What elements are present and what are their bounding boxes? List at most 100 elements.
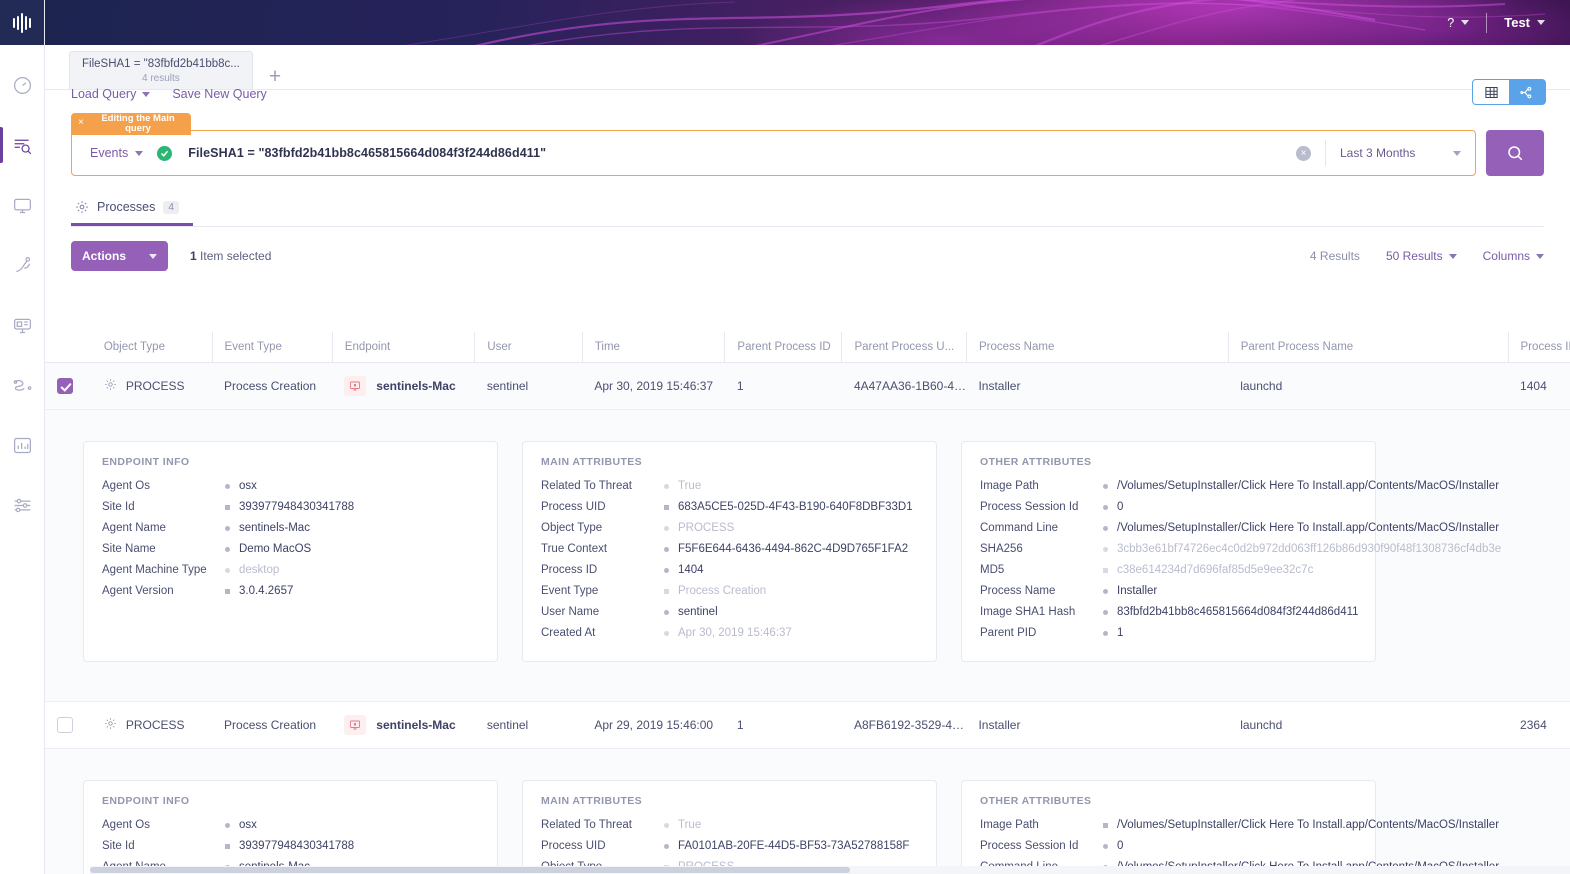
time-range-select[interactable]: Last 3 Months — [1325, 140, 1475, 166]
bullet-icon — [1103, 589, 1108, 594]
row-checkbox-cell[interactable] — [45, 363, 92, 410]
load-query-label: Load Query — [71, 87, 136, 101]
scrollbar-thumb[interactable] — [90, 867, 850, 873]
column-header[interactable]: Parent Process Name — [1228, 332, 1508, 363]
horizontal-scrollbar[interactable] — [90, 866, 1570, 874]
cell-object-type: PROCESS — [92, 702, 212, 749]
bullet-icon — [1103, 547, 1108, 552]
row-checkbox-cell[interactable] — [45, 702, 92, 749]
bullet-icon — [664, 844, 669, 849]
app-header: ? Test — [45, 0, 1570, 45]
endpoints-monitor-icon[interactable] — [0, 185, 44, 225]
cell-user: sentinel — [475, 363, 582, 410]
selection-count-number: 1 — [190, 249, 197, 263]
view-mode-toggle — [1472, 79, 1546, 105]
tab-processes[interactable]: Processes 4 — [71, 194, 193, 226]
column-header[interactable]: Process Name — [966, 332, 1228, 363]
actions-button[interactable]: Actions — [71, 241, 168, 271]
table-view-icon[interactable] — [1473, 80, 1509, 104]
cell-process-id: 2364 — [1508, 702, 1570, 749]
detail-field-value: True — [678, 477, 701, 495]
settings-sliders-icon[interactable] — [0, 485, 44, 525]
bullet-icon — [664, 610, 669, 615]
process-tree-view-icon[interactable] — [1509, 80, 1545, 104]
detail-field: Process NameInstaller — [980, 582, 1357, 600]
result-tabs: Processes 4 — [71, 194, 1544, 227]
chevron-down-icon — [149, 254, 157, 259]
query-text[interactable]: FileSHA1 = "83fbfd2b41bb8c465815664d084f… — [188, 146, 1296, 160]
table-row-detail: ENDPOINT INFOAgent OsosxSite Id393977948… — [45, 410, 1570, 702]
visibility-search-icon[interactable] — [0, 125, 44, 165]
reports-chart-icon[interactable] — [0, 425, 44, 465]
cell-user: sentinel — [475, 702, 582, 749]
cell-endpoint: sentinels-Mac — [332, 702, 475, 749]
chevron-down-icon — [135, 151, 143, 156]
results-table-scroll[interactable]: Object TypeEvent TypeEndpointUserTimePar… — [45, 332, 1570, 874]
dashboard-icon[interactable] — [0, 65, 44, 105]
user-menu-button[interactable]: Test — [1493, 15, 1556, 30]
detail-field: Agent Ososx — [102, 816, 479, 834]
clear-query-icon[interactable]: × — [1296, 146, 1311, 161]
page-size-select[interactable]: 50 Results — [1386, 249, 1457, 263]
column-header[interactable]: Event Type — [212, 332, 332, 363]
forensics-icon[interactable] — [0, 245, 44, 285]
automation-flow-icon[interactable] — [0, 365, 44, 405]
tab-processes-label: Processes — [97, 200, 155, 214]
app-logo-icon[interactable] — [0, 0, 44, 45]
row-checkbox[interactable] — [57, 378, 73, 394]
detail-field-label: Agent Os — [102, 477, 225, 495]
detail-field-label: Process ID — [541, 561, 664, 579]
detail-field: True ContextF5F6E644-6436-4494-862C-4D9D… — [541, 540, 918, 558]
results-table: Object TypeEvent TypeEndpointUserTimePar… — [45, 332, 1570, 874]
detail-field-value: sentinel — [678, 603, 718, 621]
column-select-all[interactable] — [45, 332, 92, 363]
column-header[interactable]: User — [475, 332, 582, 363]
cell-time: Apr 29, 2019 15:46:00 — [582, 702, 725, 749]
column-header[interactable]: Parent Process U... — [842, 332, 966, 363]
events-scope-select[interactable]: Events — [72, 146, 157, 160]
detail-field-value: 1404 — [678, 561, 704, 579]
column-header[interactable]: Time — [582, 332, 725, 363]
help-menu-button[interactable]: ? — [1436, 16, 1480, 30]
main-attributes-card: MAIN ATTRIBUTESRelated To ThreatTrueProc… — [522, 780, 937, 874]
events-scope-label: Events — [90, 146, 128, 160]
network-devices-icon[interactable] — [0, 305, 44, 345]
cell-parent-process-id: 1 — [725, 702, 842, 749]
detail-field-label: Agent Os — [102, 816, 225, 834]
detail-field: Process Session Id0 — [980, 837, 1357, 855]
column-header[interactable]: Endpoint — [332, 332, 475, 363]
run-search-button[interactable] — [1486, 130, 1544, 176]
help-icon: ? — [1447, 16, 1454, 30]
columns-button[interactable]: Columns — [1483, 249, 1544, 263]
detail-field-label: Site Name — [102, 540, 225, 558]
row-checkbox[interactable] — [57, 717, 73, 733]
cell-event-type: Process Creation — [212, 702, 332, 749]
detail-field: Related To ThreatTrue — [541, 477, 918, 495]
bullet-icon — [1103, 823, 1108, 828]
detail-field: Parent PID1 — [980, 624, 1357, 642]
cell-parent-process-name: launchd — [1228, 363, 1508, 410]
detail-field-value: 1 — [1117, 624, 1123, 642]
cell-parent-process-name: launchd — [1228, 702, 1508, 749]
query-input-box[interactable]: Events FileSHA1 = "83fbfd2b41bb8c4658156… — [71, 130, 1476, 176]
load-query-button[interactable]: Load Query — [71, 87, 150, 101]
bullet-icon — [1103, 610, 1108, 615]
table-row[interactable]: PROCESSProcess Creationsentinels-Macsent… — [45, 363, 1570, 410]
cell-event-type: Process Creation — [212, 363, 332, 410]
main-content: FileSHA1 = "83fbfd2b41bb8c... 4 results … — [45, 45, 1570, 874]
detail-field-label: SHA256 — [980, 540, 1103, 558]
chevron-down-icon — [1461, 20, 1469, 25]
save-new-query-button[interactable]: Save New Query — [172, 87, 266, 101]
table-row[interactable]: PROCESSProcess Creationsentinels-Macsent… — [45, 702, 1570, 749]
main-attributes-card-title: MAIN ATTRIBUTES — [541, 795, 918, 807]
column-header[interactable]: Parent Process ID — [725, 332, 842, 363]
column-header[interactable]: Process ID — [1508, 332, 1570, 363]
detail-field-label: Process Name — [980, 582, 1103, 600]
bullet-icon — [664, 526, 669, 531]
bullet-icon — [1103, 526, 1108, 531]
column-header[interactable]: Object Type — [92, 332, 212, 363]
detail-field-value: Demo MacOS — [239, 540, 311, 558]
close-icon[interactable]: × — [78, 118, 84, 129]
detail-field-value: /Volumes/SetupInstaller/Click Here To In… — [1117, 519, 1369, 537]
detail-field: Process UIDFA0101AB-20FE-44D5-BF53-73A52… — [541, 837, 918, 855]
